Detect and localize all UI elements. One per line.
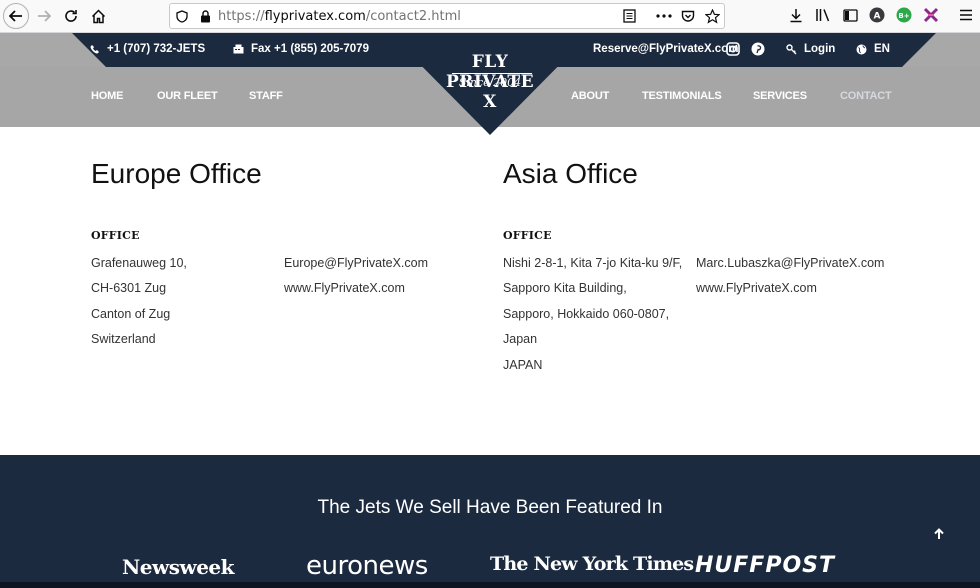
bookmark-star-icon[interactable] [704,8,720,24]
url-bar[interactable]: https://flyprivatex.com/contact2.html [169,3,725,29]
scroll-to-top-button[interactable] [930,525,948,543]
home-button[interactable] [86,4,110,28]
downloads-icon[interactable] [787,6,805,24]
europe-email-link[interactable]: Europe@FlyPrivateX.com [284,256,428,270]
language-selector[interactable]: EN [856,43,890,55]
login-link[interactable]: Login [786,43,835,55]
svg-text:A: A [874,12,881,22]
key-icon [786,43,797,54]
euronews-logo: euronews [306,551,428,581]
menu-staff[interactable]: STAFF [249,90,283,102]
reserve-email: Reserve@FlyPrivateX.com [593,43,739,55]
featured-title: The Jets We Sell Have Been Featured In [317,497,663,518]
europe-office-title: Europe Office [91,158,262,189]
extension-badge-icon[interactable]: B+ [895,6,913,24]
account-avatar-icon[interactable]: A [868,6,886,24]
fax-number: Fax +1 (855) 205-7079 [251,43,369,55]
topbar-phone[interactable]: +1 (707) 732-JETS [90,43,205,55]
asia-address-line: Sapporo, Hokkaido 060-0807, [503,307,670,321]
sidebar-icon[interactable] [841,6,859,24]
europe-address-line: Switzerland [91,332,156,346]
arrow-up-icon [934,528,944,539]
url-host: flyprivatex.com [264,9,366,24]
europe-address-line: Canton of Zug [91,307,171,321]
europe-address-line: CH-6301 Zug [91,281,167,295]
phone-number: +1 (707) 732-JETS [107,43,206,55]
reader-view-icon[interactable] [621,8,637,24]
menu-about[interactable]: ABOUT [571,90,609,102]
browser-toolbar: https://flyprivatex.com/contact2.html A … [0,0,980,33]
forward-button[interactable] [32,4,56,28]
back-button[interactable] [3,3,29,29]
reload-icon [65,10,77,22]
footer-image-strip [0,582,980,588]
fax-icon [233,44,244,54]
asia-office-title: Asia Office [503,158,638,189]
language-label: EN [874,43,890,55]
topbar-fax[interactable]: Fax +1 (855) 205-7079 [233,43,369,55]
europe-address-line: Grafenauweg 10, [91,256,187,270]
asia-website-link[interactable]: www.FlyPrivateX.com [696,281,817,295]
url-path: /contact2.html [365,9,461,24]
reload-button[interactable] [59,4,83,28]
topbar-email[interactable]: Reserve@FlyPrivateX.com [593,43,738,55]
forward-arrow-icon [38,10,51,22]
asia-address-line: JAPAN [503,358,543,372]
nytimes-logo: The New York Times [490,553,694,575]
url-prefix: https:// [218,9,265,24]
back-arrow-icon [9,10,22,22]
logo-tagline: Since 2004 [458,76,522,89]
shield-icon[interactable] [174,8,190,24]
page-actions-icon[interactable] [656,8,672,24]
login-label: Login [804,43,836,55]
menu-testimonials[interactable]: TESTIMONIALS [642,90,722,102]
europe-website-link[interactable]: www.FlyPrivateX.com [284,281,405,295]
newsweek-logo: Newsweek [122,555,235,579]
huffpost-logo: HUFFPOST [695,553,836,578]
pocket-icon[interactable] [680,8,696,24]
menu-contact[interactable]: CONTACT [840,90,892,102]
asia-address-line: Japan [503,332,538,346]
menu-our-fleet[interactable]: OUR FLEET [157,90,218,102]
asia-email-link[interactable]: Marc.Lubaszka@FlyPrivateX.com [696,256,884,270]
lock-icon[interactable] [197,8,213,24]
menu-services[interactable]: SERVICES [753,90,807,102]
menu-home[interactable]: HOME [91,90,123,102]
url-text[interactable]: https://flyprivatex.com/contact2.html [218,9,461,24]
instagram-icon [726,42,740,56]
globe-icon [856,44,867,54]
phone-icon [90,45,99,54]
pinterest-icon [751,42,765,56]
pinterest-link[interactable] [751,42,765,56]
svg-text:B+: B+ [898,12,909,20]
asia-address-line: Sapporo Kita Building, [503,281,627,295]
library-icon[interactable] [814,6,832,24]
asia-address-line: Nishi 2-8-1, Kita 7-jo Kita-ku 9/F, [503,256,683,270]
logo-divider [452,73,532,74]
asia-office-label: OFFICE [503,229,552,242]
instagram-link[interactable] [726,42,740,56]
extension-x-icon[interactable] [922,6,940,24]
europe-office-label: OFFICE [91,229,140,242]
menu-hamburger-icon[interactable] [957,6,975,24]
home-icon [91,8,105,23]
